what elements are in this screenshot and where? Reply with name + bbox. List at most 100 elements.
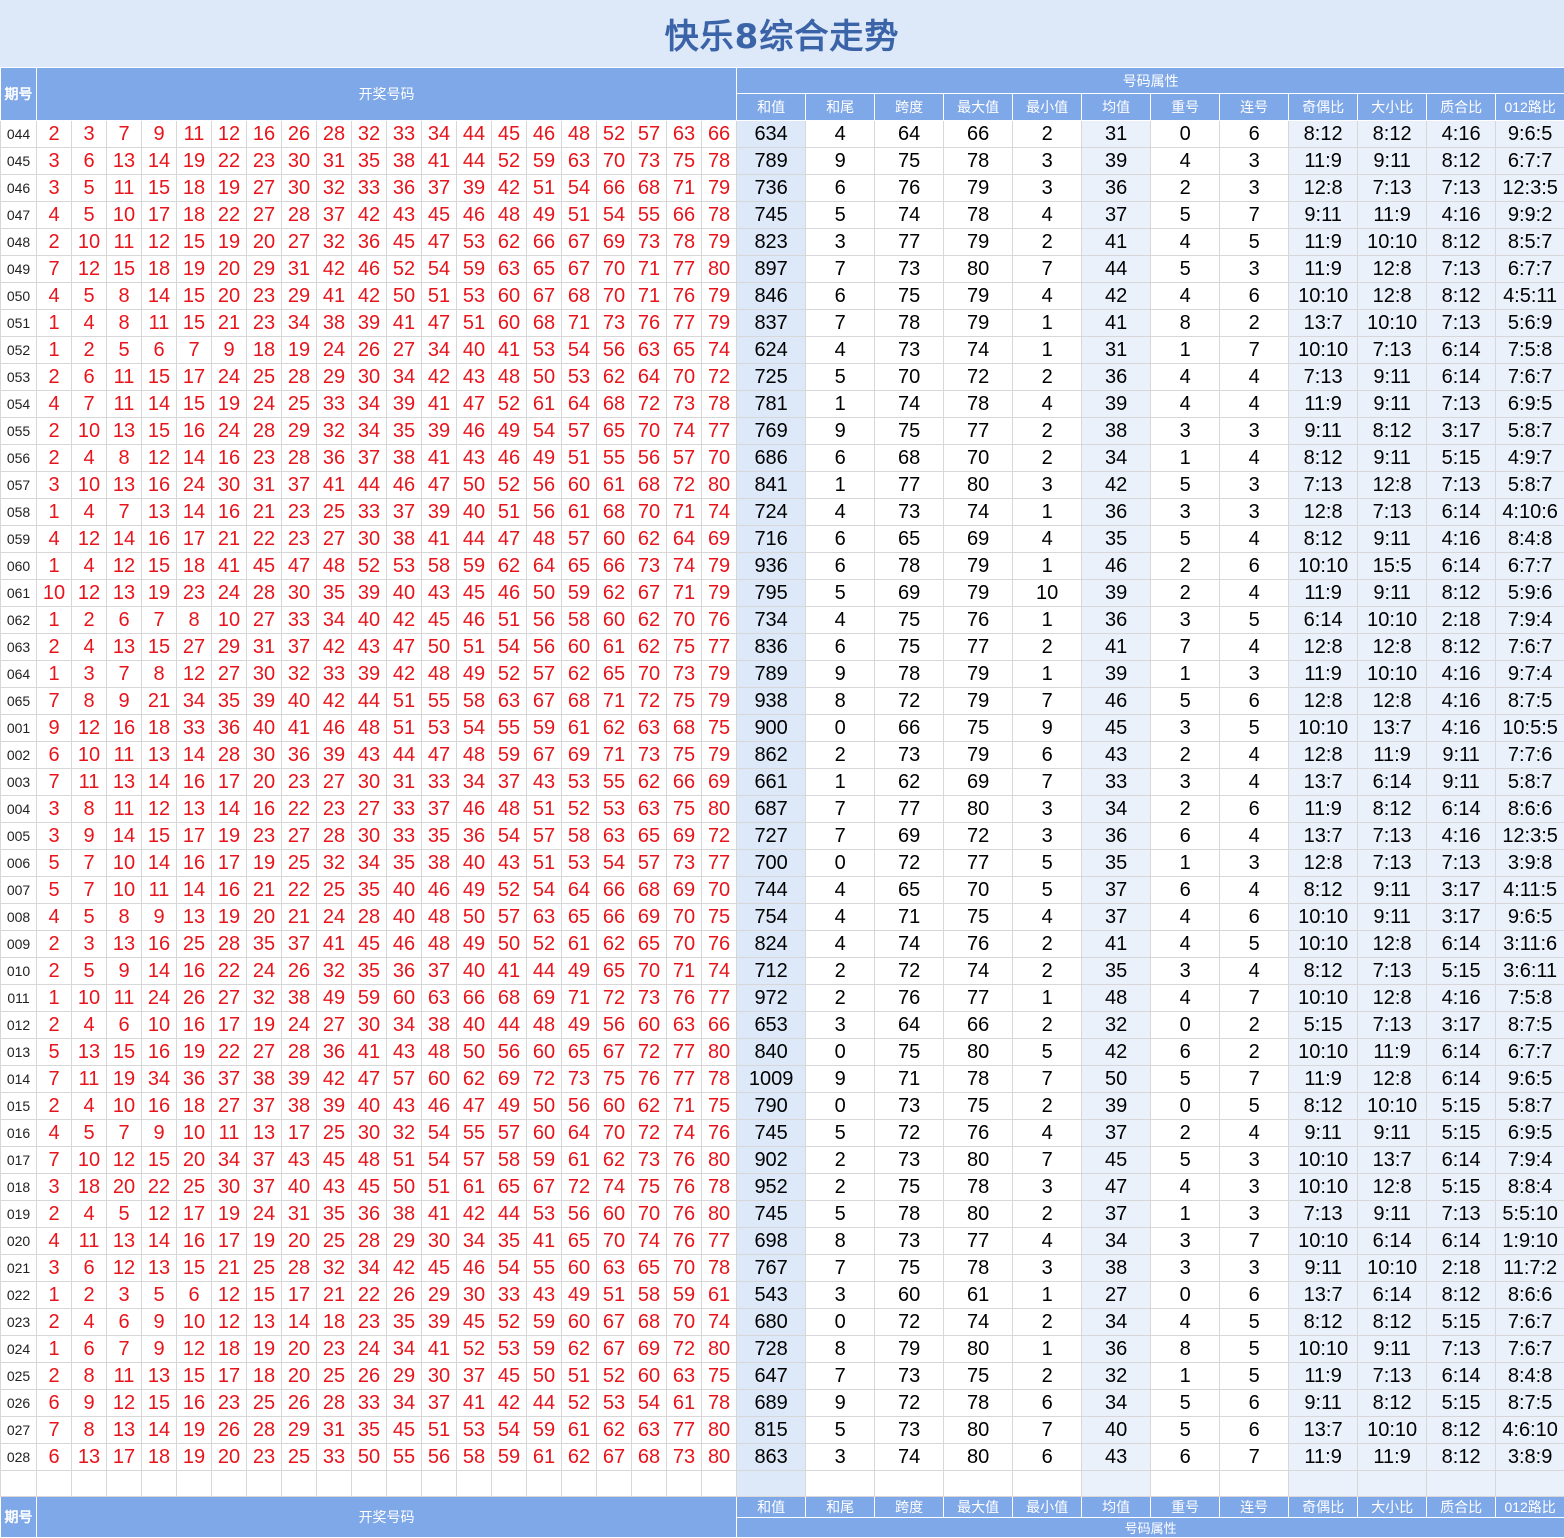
number-cell: 43 [527, 769, 562, 796]
attribute-cell: 1 [1151, 850, 1220, 877]
number-cell: 52 [352, 553, 387, 580]
number-cell: 57 [667, 445, 702, 472]
attribute-cell: 661 [737, 769, 806, 796]
number-cell: 13 [107, 418, 142, 445]
number-cell: 62 [457, 1066, 492, 1093]
attribute-cell: 70 [875, 364, 944, 391]
period-cell: 062 [1, 607, 37, 634]
attribute-cell: 7 [806, 310, 875, 337]
attribute-cell: 8 [806, 688, 875, 715]
number-cell: 2 [37, 445, 72, 472]
number-cell: 36 [352, 1201, 387, 1228]
attribute-cell: 31 [1082, 121, 1151, 148]
number-cell: 17 [212, 1363, 247, 1390]
number-cell: 66 [702, 121, 737, 148]
number-cell: 63 [562, 148, 597, 175]
number-cell: 74 [702, 1309, 737, 1336]
table-row: 0562481214162328363738414346495155565770… [1, 445, 1564, 472]
number-cell: 37 [247, 1174, 282, 1201]
number-cell: 80 [702, 1201, 737, 1228]
table-row: 0632413152729313742434750515456606162757… [1, 634, 1564, 661]
number-cell: 45 [422, 607, 457, 634]
attribute-cell: 745 [737, 1120, 806, 1147]
attribute-cell: 4 [1220, 526, 1289, 553]
attribute-cell: 972 [737, 985, 806, 1012]
number-cell: 47 [352, 1066, 387, 1093]
number-cell: 76 [702, 607, 737, 634]
number-cell: 42 [492, 175, 527, 202]
number-cell: 14 [177, 742, 212, 769]
empty-cell [1, 1471, 37, 1497]
attribute-cell: 45 [1082, 1147, 1151, 1174]
period-cell: 057 [1, 472, 37, 499]
attribute-cell: 9:11 [1358, 391, 1427, 418]
attribute-cell: 728 [737, 1336, 806, 1363]
number-cell: 1 [37, 607, 72, 634]
number-cell: 38 [422, 1012, 457, 1039]
number-cell: 44 [457, 121, 492, 148]
attribute-cell: 7:13 [1427, 472, 1496, 499]
number-cell: 41 [422, 526, 457, 553]
number-cell: 16 [177, 958, 212, 985]
attribute-cell: 6 [1013, 1390, 1082, 1417]
number-cell: 50 [387, 1174, 422, 1201]
period-cell: 017 [1, 1147, 37, 1174]
number-cell: 17 [107, 1444, 142, 1471]
period-cell: 055 [1, 418, 37, 445]
attribute-cell: 42 [1082, 1039, 1151, 1066]
number-cell: 52 [387, 256, 422, 283]
number-cell: 59 [527, 1417, 562, 1444]
table-row: 0053914151719232728303335365457586365697… [1, 823, 1564, 850]
number-cell: 4 [72, 553, 107, 580]
number-cell: 62 [597, 364, 632, 391]
attribute-cell: 836 [737, 634, 806, 661]
number-cell: 42 [352, 283, 387, 310]
number-cell: 56 [527, 472, 562, 499]
attribute-cell: 8:12 [1358, 418, 1427, 445]
number-cell: 19 [177, 1039, 212, 1066]
number-cell: 66 [597, 904, 632, 931]
attribute-cell: 34 [1082, 796, 1151, 823]
attribute-cell: 3 [806, 229, 875, 256]
number-cell: 2 [37, 634, 72, 661]
attribute-cell: 3 [1151, 715, 1220, 742]
attribute-cell: 74 [944, 337, 1013, 364]
number-cell: 65 [492, 1174, 527, 1201]
number-cell: 44 [527, 958, 562, 985]
attribute-cell: 79 [944, 229, 1013, 256]
number-cell: 38 [317, 310, 352, 337]
attribute-cell: 38 [1082, 1255, 1151, 1282]
attribute-cell: 6:14 [1427, 337, 1496, 364]
attribute-cell: 78 [944, 202, 1013, 229]
attribute-cell: 4 [1151, 985, 1220, 1012]
number-cell: 46 [492, 580, 527, 607]
number-cell: 15 [142, 1390, 177, 1417]
period-cell: 049 [1, 256, 37, 283]
attribute-cell: 6:14 [1358, 769, 1427, 796]
attribute-cell: 6 [1220, 1390, 1289, 1417]
attribute-cell: 7:5:8 [1496, 337, 1564, 364]
attribute-cell: 78 [944, 1390, 1013, 1417]
number-cell: 49 [562, 1282, 597, 1309]
number-cell: 19 [247, 1336, 282, 1363]
number-cell: 11 [107, 175, 142, 202]
period-cell: 019 [1, 1201, 37, 1228]
attribute-cell: 3:17 [1427, 904, 1496, 931]
attribute-cell: 6:7:7 [1496, 148, 1564, 175]
number-cell: 55 [527, 1255, 562, 1282]
period-cell: 001 [1, 715, 37, 742]
empty-cell [1496, 1471, 1564, 1497]
number-cell: 24 [177, 472, 212, 499]
number-cell: 6 [37, 742, 72, 769]
number-cell: 47 [282, 553, 317, 580]
attribute-cell: 724 [737, 499, 806, 526]
number-cell: 23 [317, 1336, 352, 1363]
number-cell: 39 [247, 688, 282, 715]
empty-cell [1289, 1471, 1358, 1497]
number-cell: 70 [597, 1120, 632, 1147]
number-cell: 27 [352, 796, 387, 823]
number-cell: 37 [492, 769, 527, 796]
attribute-cell: 9:11 [1427, 769, 1496, 796]
number-cell: 21 [212, 526, 247, 553]
number-cell: 61 [457, 1174, 492, 1201]
